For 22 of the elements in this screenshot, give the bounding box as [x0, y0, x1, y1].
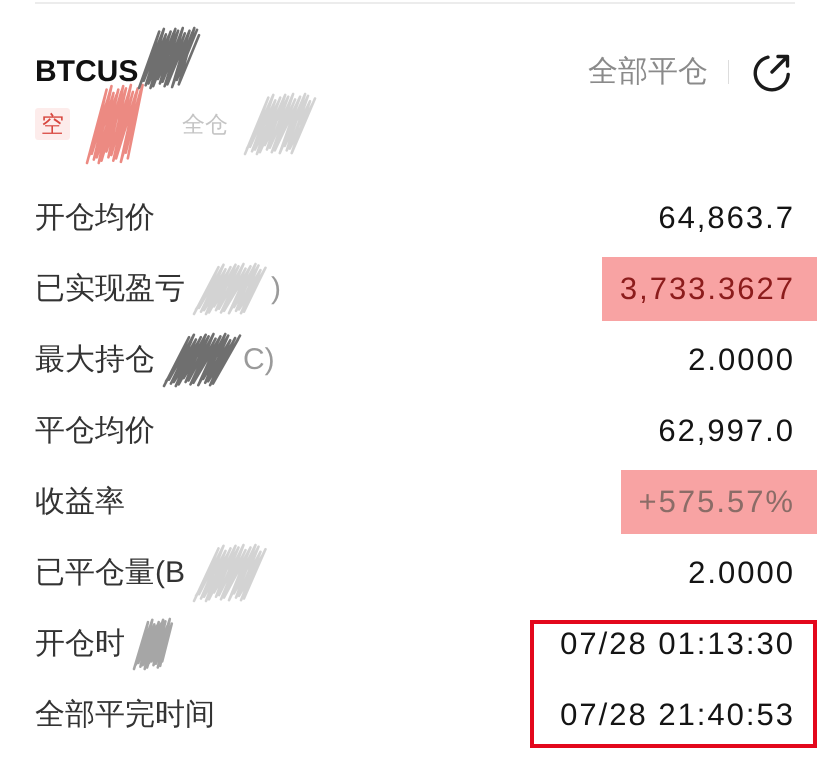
field-label: 全部平完时间	[35, 696, 215, 732]
close-all-button[interactable]: 全部平仓	[588, 54, 708, 90]
margin-mode-label: 全仓	[182, 110, 228, 139]
field-label: 最大持仓	[35, 342, 155, 378]
field-label: 已平仓量(B	[35, 554, 185, 590]
field-value: +575.57%	[638, 484, 795, 520]
symbol-title: BTCUS	[35, 54, 138, 90]
field-label: 平仓均价	[35, 412, 155, 448]
field-value: 07/28 21:40:53	[560, 696, 795, 732]
field-label: 已实现盈亏	[35, 270, 185, 306]
field-label: 开仓均价	[35, 200, 155, 236]
label-suffix: )	[271, 270, 281, 306]
field-label: 收益率	[35, 484, 125, 520]
field-value: 07/28 01:13:30	[560, 626, 795, 662]
field-value: 62,997.0	[658, 412, 795, 448]
position-side-tag: 空	[35, 108, 70, 140]
field-label: 开仓时	[35, 626, 125, 662]
field-value: 2.0000	[688, 342, 795, 378]
field-value: 64,863.7	[658, 200, 795, 236]
field-value: 3,733.3627	[620, 270, 795, 306]
label-suffix: C)	[243, 342, 275, 378]
field-value: 2.0000	[688, 554, 795, 590]
